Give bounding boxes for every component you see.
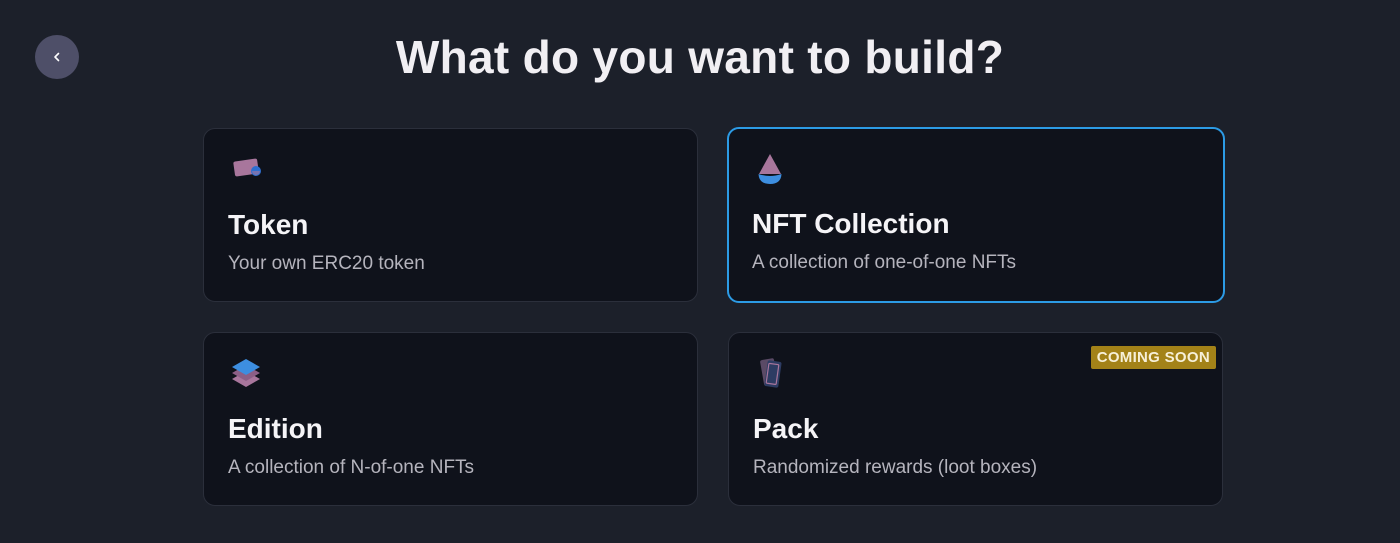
card-title: NFT Collection xyxy=(752,208,950,239)
ethereum-drop-icon xyxy=(758,154,782,184)
card-title: Token xyxy=(228,209,309,240)
card-nft-collection[interactable]: NFT Collection A collection of one-of-on… xyxy=(727,127,1225,303)
card-description: Your own ERC20 token xyxy=(228,253,425,274)
card-pack[interactable]: COMING SOON Pack Randomized rewards (loo… xyxy=(728,332,1223,506)
card-description: A collection of one-of-one NFTs xyxy=(752,252,1017,273)
card-description: Randomized rewards (loot boxes) xyxy=(753,457,1038,478)
card-pack-icon xyxy=(760,358,782,388)
page-title: What do you want to build? xyxy=(395,31,1005,83)
token-card-icon xyxy=(233,158,261,177)
layers-icon xyxy=(232,359,260,387)
card-token[interactable]: Token Your own ERC20 token xyxy=(203,128,698,302)
coming-soon-badge: COMING SOON xyxy=(1090,346,1216,369)
card-edition[interactable]: Edition A collection of N-of-one NFTs xyxy=(203,332,698,506)
build-type-page: What do you want to build? Token Your ow… xyxy=(0,0,1400,543)
card-description: A collection of N-of-one NFTs xyxy=(228,457,475,478)
card-title: Pack xyxy=(753,413,819,444)
card-title: Edition xyxy=(228,413,323,444)
